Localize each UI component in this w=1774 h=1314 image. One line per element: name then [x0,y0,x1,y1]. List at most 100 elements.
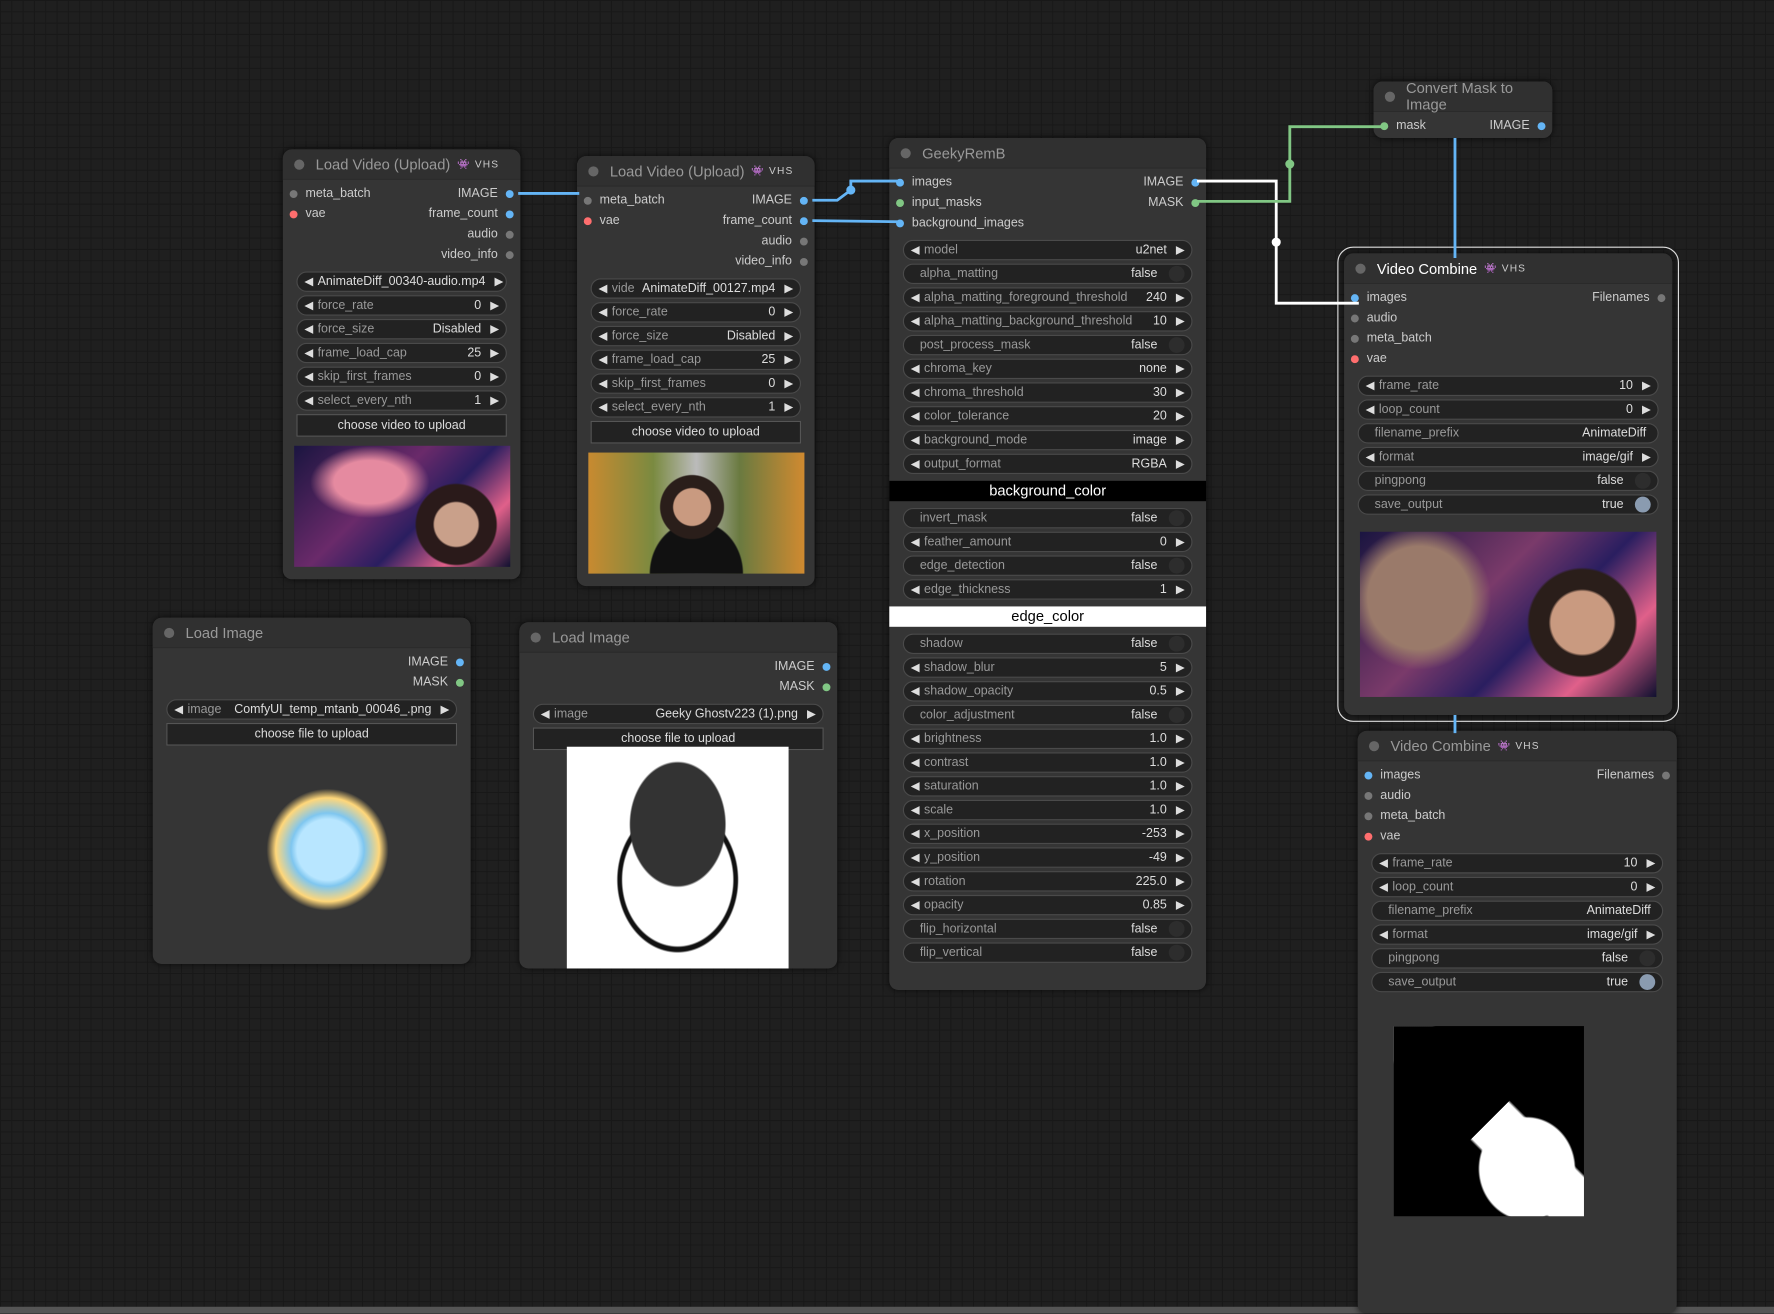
output-slot-video-info[interactable]: video_info [441,244,514,264]
image-socket-icon[interactable] [505,209,514,218]
arrow-left-icon[interactable]: ◀ [599,377,608,389]
widget-format[interactable]: ◀ format image/gif ▶ [1357,446,1659,468]
arrow-left-icon[interactable]: ◀ [1379,857,1388,869]
arrow-left-icon[interactable]: ◀ [304,323,313,335]
other-socket-icon[interactable] [289,189,298,198]
collapse-dot-icon[interactable] [164,627,175,638]
node-load-image[interactable]: Load Image IMAGE MASK ◀ image ComfyUI_temp_mt… [152,617,471,964]
widget-image[interactable]: ◀ image ComfyUI_temp_mtanb_00046_.png ▶ [166,699,458,720]
widget-alpha-matting-background-threshold[interactable]: ◀ alpha_matting_background_threshold 10 ▶ [902,311,1193,332]
widget-alpha-matting[interactable]: alpha_matting false [902,263,1193,284]
node-load-image[interactable]: Load Image IMAGE MASK ◀ image Geeky Ghostv223… [519,622,838,969]
widget-pingpong[interactable]: pingpong false [1371,948,1664,969]
widget-brightness[interactable]: ◀ brightness 1.0 ▶ [902,728,1193,749]
arrow-right-icon[interactable]: ▶ [1176,661,1185,673]
arrow-right-icon[interactable]: ▶ [440,703,449,715]
collapse-dot-icon[interactable] [294,158,305,170]
image-socket-icon[interactable] [896,218,904,227]
arrow-left-icon[interactable]: ◀ [911,386,920,398]
other-socket-icon[interactable] [1350,334,1359,343]
widget-image[interactable]: ◀ image Geeky Ghostv223 (1).png ▶ [532,703,824,725]
arrow-right-icon[interactable]: ▶ [490,347,499,359]
arrow-left-icon[interactable]: ◀ [911,899,920,911]
widget-save-output[interactable]: save_output true [1357,494,1659,515]
toggle-knob[interactable] [1639,950,1656,967]
other-socket-icon[interactable] [1657,293,1666,302]
other-socket-icon[interactable] [1364,811,1373,820]
arrow-left-icon[interactable]: ◀ [911,661,920,673]
output-slot-image[interactable]: IMAGE [1143,172,1200,192]
arrow-right-icon[interactable]: ▶ [784,401,793,413]
image-socket-icon[interactable] [799,196,808,205]
widget-skip-first-frames[interactable]: ◀ skip_first_frames 0 ▶ [296,366,507,387]
arrow-left-icon[interactable]: ◀ [911,536,920,548]
widget-pingpong[interactable]: pingpong false [1357,470,1659,492]
arrow-right-icon[interactable]: ▶ [1176,434,1185,446]
output-slot-audio[interactable]: audio [762,231,808,251]
widget-filename-prefix[interactable]: filename_prefix AnimateDiff [1357,423,1659,444]
widget-y-position[interactable]: ◀ y_position -49 ▶ [902,847,1193,868]
arrow-right-icon[interactable]: ▶ [1176,363,1185,375]
arrow-left-icon[interactable]: ◀ [911,244,920,256]
widget-save-output[interactable]: save_output true [1371,971,1664,993]
output-slot-frame-count[interactable]: frame_count [723,210,808,230]
input-slot-images[interactable]: images [1350,287,1407,307]
upload-button[interactable]: choose video to upload [296,414,507,437]
widget-color-adjustment[interactable]: color_adjustment false [902,704,1193,726]
widget-flip-horizontal[interactable]: flip_horizontal false [902,918,1193,940]
arrow-left-icon[interactable]: ◀ [911,291,920,303]
widget-select-every-nth[interactable]: ◀ select_every_nth 1 ▶ [590,397,802,418]
arrow-right-icon[interactable]: ▶ [1176,291,1185,303]
arrow-left-icon[interactable]: ◀ [911,363,920,375]
widget-contrast[interactable]: ◀ contrast 1.0 ▶ [902,752,1193,773]
collapse-dot-icon[interactable] [1355,263,1366,274]
widget-background-mode[interactable]: ◀ background_mode image ▶ [902,429,1193,451]
arrow-left-icon[interactable]: ◀ [911,583,920,595]
widget-x-position[interactable]: ◀ x_position -253 ▶ [902,823,1193,845]
arrow-left-icon[interactable]: ◀ [911,733,920,745]
widget-loop-count[interactable]: ◀ loop_count 0 ▶ [1371,876,1664,898]
arrow-right-icon[interactable]: ▶ [1176,828,1185,840]
arrow-left-icon[interactable]: ◀ [1379,881,1388,893]
widget-feather-amount[interactable]: ◀ feather_amount 0 ▶ [902,531,1193,553]
widget-force-rate[interactable]: ◀ force_rate 0 ▶ [296,295,507,316]
toggle-knob[interactable] [1168,920,1185,937]
arrow-left-icon[interactable]: ◀ [911,458,920,470]
widget-output-format[interactable]: ◀ output_format RGBA ▶ [902,453,1193,475]
node-title-bar[interactable]: Load Image [152,617,471,649]
node-graph-canvas[interactable]: Load Video (Upload) 👾 VHS meta_batch IMAGE v… [0,0,1774,1314]
image-socket-icon[interactable] [1537,121,1546,130]
background-color-color-picker[interactable]: background_color [889,480,1207,502]
widget-select-every-nth[interactable]: ◀ select_every_nth 1 ▶ [296,390,507,411]
mask-socket-icon[interactable] [822,682,831,691]
other-socket-icon[interactable] [1662,771,1670,779]
node-load-video-upload[interactable]: Load Video (Upload) 👾 VHS meta_batch IMAGE v… [282,149,521,580]
widget-chroma-key[interactable]: ◀ chroma_key none ▶ [902,358,1193,380]
other-socket-icon[interactable] [1364,791,1373,800]
arrow-right-icon[interactable]: ▶ [784,377,793,389]
arrow-left-icon[interactable]: ◀ [911,410,920,422]
widget-frame-load-cap[interactable]: ◀ frame_load_cap 25 ▶ [590,349,802,370]
toggle-knob[interactable] [1634,496,1651,513]
vae-socket-icon[interactable] [289,209,298,218]
other-socket-icon[interactable] [583,196,592,205]
arrow-left-icon[interactable]: ◀ [911,875,920,887]
node-title-bar[interactable]: Video Combine 👾 VHS [1357,730,1677,762]
arrow-right-icon[interactable]: ▶ [490,299,499,311]
output-slot-mask[interactable]: MASK [779,677,831,697]
widget-alpha-matting-foreground-threshold[interactable]: ◀ alpha_matting_foreground_threshold 240 ▶ [902,287,1193,308]
widget-color-tolerance[interactable]: ◀ color_tolerance 20 ▶ [902,406,1193,427]
arrow-left-icon[interactable]: ◀ [911,851,920,863]
node-load-video-upload[interactable]: Load Video (Upload) 👾 VHS meta_batch IMAGE v… [577,156,815,587]
arrow-right-icon[interactable]: ▶ [1176,315,1185,327]
arrow-right-icon[interactable]: ▶ [1176,536,1185,548]
collapse-dot-icon[interactable] [530,631,541,643]
input-slot-vae[interactable]: vae [289,204,326,224]
output-slot-image[interactable]: IMAGE [1490,115,1546,135]
output-slot-frame-count[interactable]: frame_count [429,204,514,224]
arrow-left-icon[interactable]: ◀ [599,354,608,366]
image-socket-icon[interactable] [896,178,904,187]
arrow-left-icon[interactable]: ◀ [911,315,920,327]
arrow-right-icon[interactable]: ▶ [1176,780,1185,792]
arrow-left-icon[interactable]: ◀ [304,275,313,287]
